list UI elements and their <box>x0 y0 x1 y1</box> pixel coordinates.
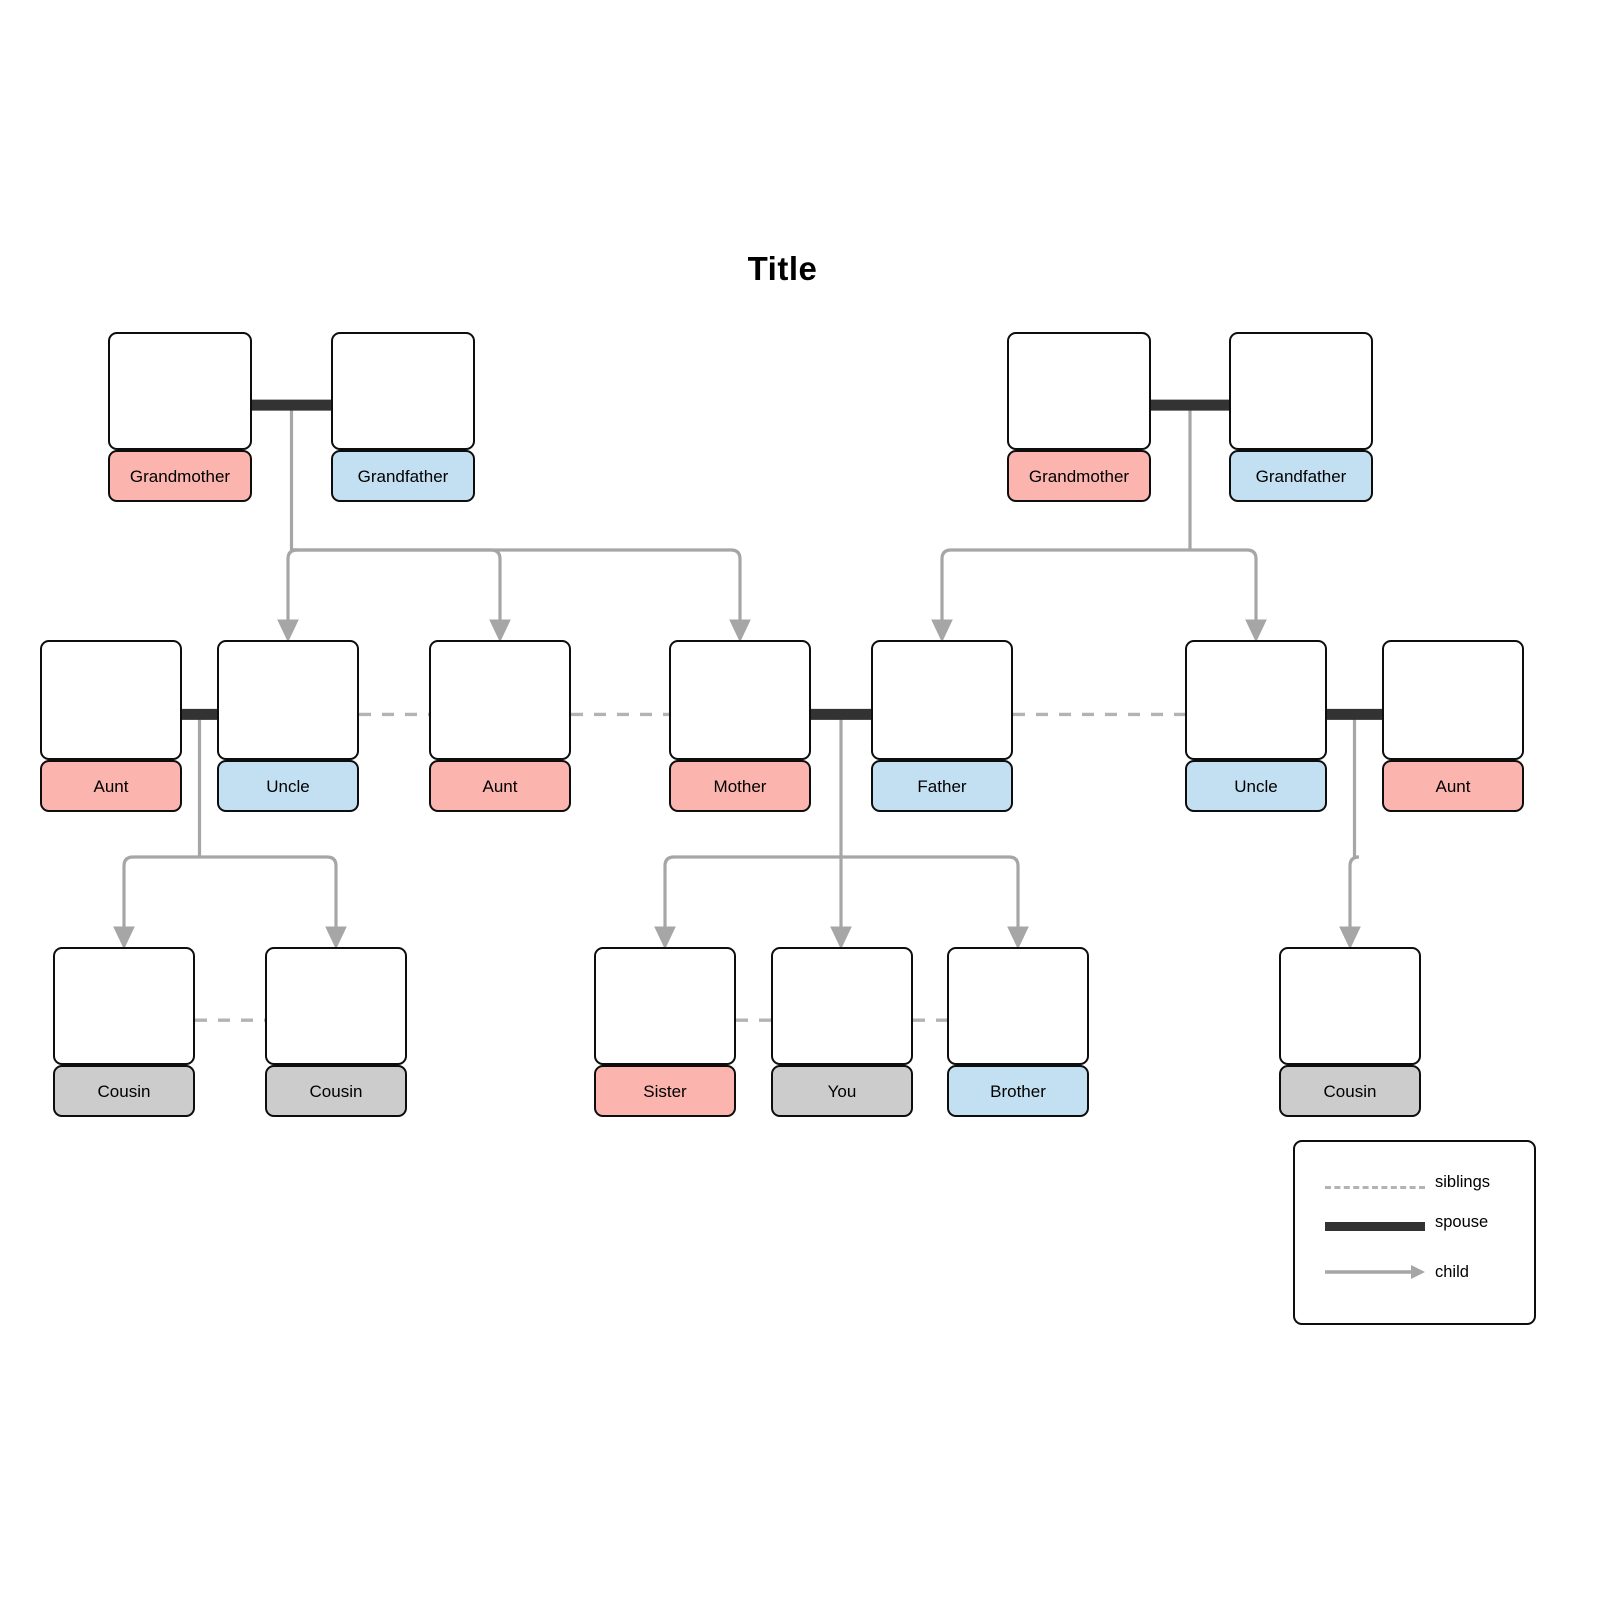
person-label: Brother <box>947 1065 1089 1117</box>
person-node-brother[interactable]: Brother <box>947 947 1089 1117</box>
person-node-you[interactable]: You <box>771 947 913 1117</box>
person-label: Cousin <box>1279 1065 1421 1117</box>
person-node-sister[interactable]: Sister <box>594 947 736 1117</box>
person-node-gf-maternal[interactable]: Grandfather <box>331 332 475 502</box>
person-photo-area <box>40 640 182 760</box>
legend-row-child: child <box>1295 1252 1534 1292</box>
person-photo-area <box>594 947 736 1065</box>
person-photo-area <box>1279 947 1421 1065</box>
person-label: Grandmother <box>108 450 252 502</box>
family-tree-diagram: Title Grandmother Grandfather Grandmother G… <box>0 0 1600 1600</box>
person-photo-area <box>217 640 359 760</box>
person-label: Uncle <box>1185 760 1327 812</box>
person-node-cousin-2[interactable]: Cousin <box>265 947 407 1117</box>
person-node-uncle-1[interactable]: Uncle <box>217 640 359 812</box>
person-photo-area <box>669 640 811 760</box>
person-node-gm-maternal[interactable]: Grandmother <box>108 332 252 502</box>
person-label: Cousin <box>53 1065 195 1117</box>
legend-row-spouse: spouse <box>1295 1202 1534 1242</box>
person-node-aunt-1[interactable]: Aunt <box>40 640 182 812</box>
person-node-gf-paternal[interactable]: Grandfather <box>1229 332 1373 502</box>
person-node-aunt-3[interactable]: Aunt <box>1382 640 1524 812</box>
person-node-mother[interactable]: Mother <box>669 640 811 812</box>
person-photo-area <box>265 947 407 1065</box>
person-label: Aunt <box>429 760 571 812</box>
person-label: Sister <box>594 1065 736 1117</box>
person-node-cousin-3[interactable]: Cousin <box>1279 947 1421 1117</box>
person-photo-area <box>1382 640 1524 760</box>
person-label: Cousin <box>265 1065 407 1117</box>
person-label: Grandfather <box>331 450 475 502</box>
child-arrow-icon <box>1325 1260 1425 1284</box>
person-label: Mother <box>669 760 811 812</box>
person-label: Uncle <box>217 760 359 812</box>
legend-box: siblings spouse child <box>1293 1140 1536 1325</box>
person-label: Aunt <box>1382 760 1524 812</box>
person-label: Grandmother <box>1007 450 1151 502</box>
person-photo-area <box>429 640 571 760</box>
legend-label-spouse: spouse <box>1435 1212 1489 1231</box>
person-photo-area <box>53 947 195 1065</box>
legend-row-siblings: siblings <box>1295 1162 1534 1202</box>
siblings-line-icon <box>1325 1186 1425 1189</box>
person-photo-area <box>1229 332 1373 450</box>
person-node-aunt-2[interactable]: Aunt <box>429 640 571 812</box>
person-label: Father <box>871 760 1013 812</box>
person-label: Grandfather <box>1229 450 1373 502</box>
person-photo-area <box>331 332 475 450</box>
person-node-gm-paternal[interactable]: Grandmother <box>1007 332 1151 502</box>
person-label: You <box>771 1065 913 1117</box>
legend-label-siblings: siblings <box>1435 1172 1491 1191</box>
person-photo-area <box>1007 332 1151 450</box>
person-photo-area <box>1185 640 1327 760</box>
person-photo-area <box>947 947 1089 1065</box>
person-photo-area <box>108 332 252 450</box>
legend-label-child: child <box>1435 1262 1469 1281</box>
person-photo-area <box>871 640 1013 760</box>
spouse-line-icon <box>1325 1221 1425 1231</box>
person-label: Aunt <box>40 760 182 812</box>
person-node-father[interactable]: Father <box>871 640 1013 812</box>
person-node-uncle-2[interactable]: Uncle <box>1185 640 1327 812</box>
person-photo-area <box>771 947 913 1065</box>
person-node-cousin-1[interactable]: Cousin <box>53 947 195 1117</box>
